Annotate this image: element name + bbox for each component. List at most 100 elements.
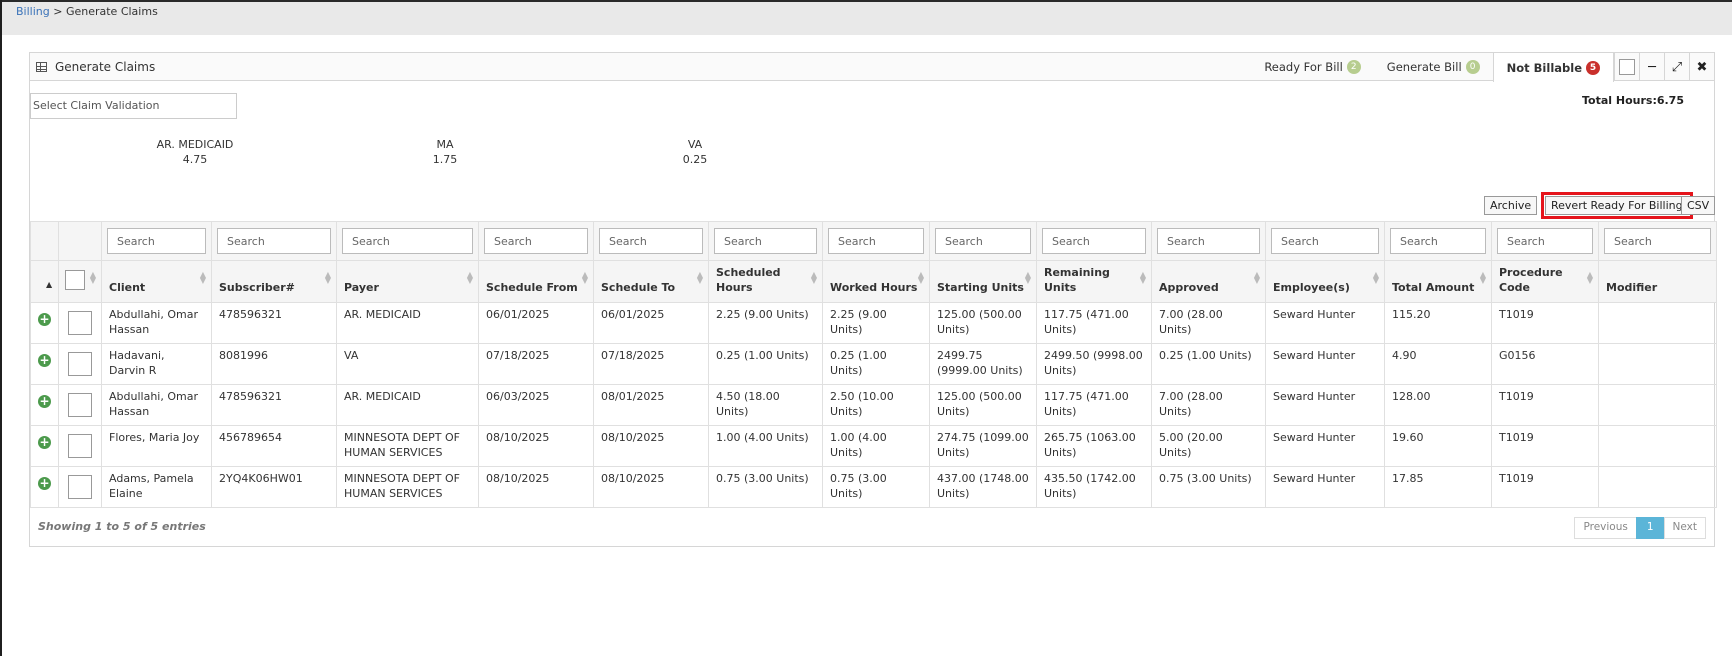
column-header-starting-units[interactable]: Starting Units ▲ ▼ [929, 260, 1037, 303]
sort-icon: ▲ ▼ [917, 270, 924, 285]
search-cell: Search [593, 221, 709, 261]
cell-remaining-units: 435.50 (1742.00 Units) [1036, 466, 1152, 508]
cell-remaining-units: 265.75 (1063.00 Units) [1036, 425, 1152, 467]
cell-subscriber: 456789654 [211, 425, 337, 467]
cell-schedule-from: 06/03/2025 [478, 384, 594, 426]
cell-schedule-from: 08/10/2025 [478, 466, 594, 508]
search-input-schedule-to[interactable]: Search [599, 228, 703, 254]
select-all-checkbox[interactable] [65, 269, 85, 290]
expand-button[interactable]: ⤢ [1664, 53, 1689, 81]
search-input-total-amount[interactable]: Search [1390, 228, 1486, 254]
column-header-approved[interactable]: Approved ▲ ▼ [1151, 260, 1266, 303]
expand-row-plus-icon[interactable]: + [38, 395, 51, 408]
search-cell-empty [30, 221, 59, 261]
sort-icon: ▲ ▼ [324, 270, 331, 285]
row-checkbox[interactable] [68, 393, 92, 417]
panel-header: Generate Claims Ready For Bill 2 Generat… [30, 53, 1714, 82]
column-header-label: Starting Units [937, 281, 1024, 294]
search-input-worked-hours[interactable]: Search [828, 228, 924, 254]
cell-subscriber: 478596321 [211, 384, 337, 426]
column-header-remaining-units[interactable]: Remaining Units ▲ ▼ [1036, 260, 1152, 303]
archive-button[interactable]: Archive [1484, 196, 1538, 215]
csv-button[interactable]: CSV [1681, 196, 1716, 215]
row-checkbox[interactable] [68, 475, 92, 499]
column-header-client[interactable]: Client ▲ ▼ [101, 260, 212, 303]
pagination-next-button[interactable]: Next [1663, 517, 1706, 539]
search-input-procedure-code[interactable]: Search [1497, 228, 1593, 254]
checkbox-square-icon [1619, 59, 1635, 75]
tab-bar: Ready For Bill 2 Generate Bill 0 Not Bil… [1251, 53, 1714, 82]
breadcrumb-current: Generate Claims [65, 5, 158, 18]
search-cell: Search [101, 221, 212, 261]
minimize-button[interactable]: ─ [1639, 53, 1664, 81]
cell-approved: 5.00 (20.00 Units) [1151, 425, 1266, 467]
search-input-approved[interactable]: Search [1157, 228, 1260, 254]
sort-ascending-icon: ▲ [46, 280, 53, 289]
expand-row-cell: + [30, 302, 59, 344]
search-input-client[interactable]: Search [107, 228, 206, 254]
pagination-page-1[interactable]: 1 [1635, 517, 1665, 539]
cell-worked-hours: 0.75 (3.00 Units) [822, 466, 930, 508]
column-header-total-amount[interactable]: Total Amount ▲ ▼ [1384, 260, 1492, 303]
cell-schedule-from: 08/10/2025 [478, 425, 594, 467]
column-header-worked-hours[interactable]: Worked Hours ▲ ▼ [822, 260, 930, 303]
column-header-subscriber[interactable]: Subscriber# ▲ ▼ [211, 260, 337, 303]
summary-item-ar-medicaid: AR. MEDICAID 4.75 [125, 137, 265, 167]
expand-row-plus-icon[interactable]: + [38, 477, 51, 490]
search-input-starting-units[interactable]: Search [935, 228, 1031, 254]
row-checkbox[interactable] [68, 434, 92, 458]
search-input-payer[interactable]: Search [342, 228, 473, 254]
cell-employees: Seward Hunter [1265, 384, 1385, 426]
row-select-cell [58, 384, 102, 426]
breadcrumb-link-billing[interactable]: Billing [16, 5, 50, 18]
cell-total-amount: 19.60 [1384, 425, 1492, 467]
expand-column-header[interactable]: ▲ [30, 260, 59, 303]
sort-icon: ▲ ▼ [466, 270, 473, 285]
cell-starting-units: 125.00 (500.00 Units) [929, 384, 1037, 426]
panel-toggle-checkbox[interactable] [1614, 53, 1639, 81]
search-input-employees[interactable]: Search [1271, 228, 1379, 254]
expand-row-cell: + [30, 425, 59, 467]
cell-schedule-to: 06/01/2025 [593, 302, 709, 344]
cell-scheduled-hours: 1.00 (4.00 Units) [708, 425, 823, 467]
sort-icon: ▲ ▼ [1139, 270, 1146, 285]
row-checkbox[interactable] [68, 311, 92, 335]
cell-subscriber: 478596321 [211, 302, 337, 344]
column-header-modifier[interactable]: Modifier [1598, 260, 1717, 303]
expand-row-plus-icon[interactable]: + [38, 436, 51, 449]
search-input-subscriber[interactable]: Search [217, 228, 331, 254]
tab-ready-for-bill[interactable]: Ready For Bill 2 [1251, 53, 1373, 81]
column-header-procedure-code[interactable]: Procedure Code ▲ ▼ [1491, 260, 1599, 303]
close-button[interactable]: ✖ [1689, 53, 1714, 81]
pagination-previous-button[interactable]: Previous [1574, 517, 1637, 539]
cell-client: Adams, Pamela Elaine [101, 466, 212, 508]
cell-worked-hours: 2.50 (10.00 Units) [822, 384, 930, 426]
column-header-label: Schedule To [601, 281, 676, 294]
column-header-label: Worked Hours [830, 281, 918, 294]
column-header-payer[interactable]: Payer ▲ ▼ [336, 260, 479, 303]
search-cell: Search [1265, 221, 1385, 261]
expand-row-plus-icon[interactable]: + [38, 313, 51, 326]
cell-subscriber: 8081996 [211, 343, 337, 385]
search-input-modifier[interactable]: Search [1604, 228, 1711, 254]
expand-row-plus-icon[interactable]: + [38, 354, 51, 367]
column-header-label: Employee(s) [1273, 281, 1350, 294]
column-header-schedule-to[interactable]: Schedule To ▲ ▼ [593, 260, 709, 303]
sort-icon: ▲ ▼ [810, 270, 817, 285]
expand-row-cell: + [30, 466, 59, 508]
summary-hours: 4.75 [182, 153, 208, 166]
tab-generate-bill[interactable]: Generate Bill 0 [1374, 53, 1493, 81]
search-input-scheduled-hours[interactable]: Search [714, 228, 817, 254]
column-header-schedule-from[interactable]: Schedule From ▲ ▼ [478, 260, 594, 303]
search-input-remaining-units[interactable]: Search [1042, 228, 1146, 254]
column-header-employees[interactable]: Employee(s) ▲ ▼ [1265, 260, 1385, 303]
search-input-schedule-from[interactable]: Search [484, 228, 588, 254]
cell-remaining-units: 117.75 (471.00 Units) [1036, 384, 1152, 426]
row-checkbox[interactable] [68, 352, 92, 376]
claim-validation-select[interactable]: Select Claim Validation [30, 93, 237, 119]
revert-ready-for-billing-button[interactable]: Revert Ready For Billing [1541, 192, 1693, 219]
cell-procedure-code: G0156 [1491, 343, 1599, 385]
cell-approved: 0.75 (3.00 Units) [1151, 466, 1266, 508]
column-header-scheduled-hours[interactable]: Scheduled Hours ▲ ▼ [708, 260, 823, 303]
tab-not-billable[interactable]: Not Billable 5 [1492, 53, 1614, 82]
